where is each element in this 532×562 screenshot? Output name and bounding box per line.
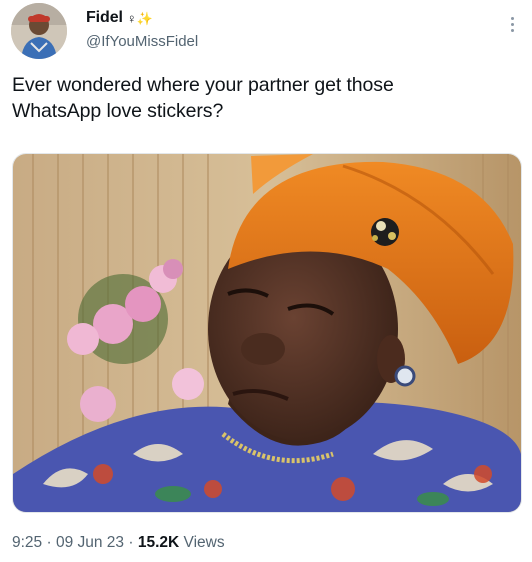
avatar[interactable]	[11, 3, 67, 59]
tweet-card: Fidel ♀✨ @IfYouMissFidel Ever wondered w…	[0, 0, 532, 562]
tweet-text-line: Ever wondered where your partner get tho…	[12, 74, 394, 96]
tweet-media-photo[interactable]	[12, 153, 522, 513]
tweet-time[interactable]: 9:25	[12, 534, 42, 551]
display-name[interactable]: Fidel	[86, 9, 123, 27]
user-name-row: Fidel ♀✨	[86, 9, 153, 27]
meta-separator: ·	[124, 534, 138, 551]
brooch	[371, 218, 399, 246]
more-vertical-icon[interactable]	[502, 12, 522, 36]
user-handle[interactable]: @IfYouMissFidel	[86, 33, 198, 50]
views-label: Views	[179, 534, 225, 551]
avatar-image	[11, 3, 67, 59]
tweet-meta: 9:25 · 09 Jun 23 · 15.2K Views	[12, 534, 225, 552]
tweet-text: Ever wondered where your partner get tho…	[12, 72, 512, 124]
tweet-text-line: WhatsApp love stickers?	[12, 100, 224, 122]
photo-illustration	[13, 154, 521, 512]
views-count[interactable]: 15.2K	[138, 534, 179, 551]
meta-separator: ·	[42, 534, 56, 551]
tweet-date[interactable]: 09 Jun 23	[56, 534, 124, 551]
name-emoji: ♀✨	[126, 10, 153, 26]
